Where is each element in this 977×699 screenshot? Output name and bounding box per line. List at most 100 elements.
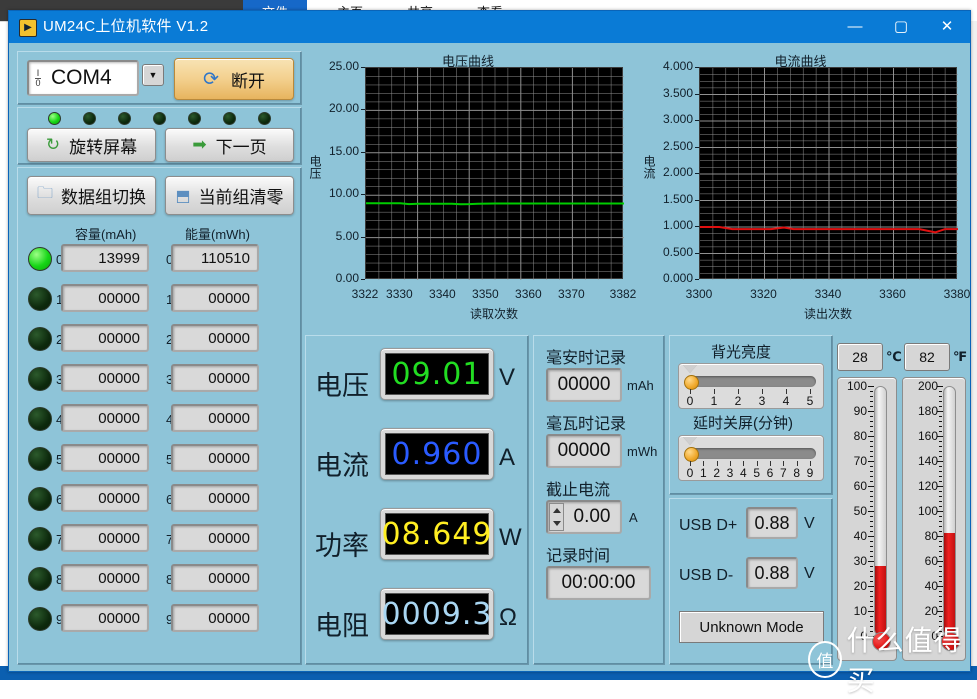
f-ticks-minor-tick-4-2 bbox=[939, 496, 942, 497]
group-capacity-field-5: 00000 bbox=[61, 444, 149, 472]
charging-mode-button[interactable]: Unknown Mode bbox=[679, 611, 824, 643]
f-ticks-label-8: 40 bbox=[924, 579, 938, 593]
screen-timeout-slider[interactable]: 0123456789 bbox=[678, 435, 824, 481]
maximize-button[interactable]: ▢ bbox=[878, 11, 924, 43]
status-led-1 bbox=[83, 112, 96, 125]
usb-dminus-unit: V bbox=[804, 565, 815, 582]
status-led-2 bbox=[118, 112, 131, 125]
chart1-ytick-mark-0 bbox=[695, 67, 699, 68]
mwh-record-unit: mWh bbox=[627, 444, 658, 459]
group-energy-field-5: 00000 bbox=[171, 444, 259, 472]
group-capacity-field-0: 13999 bbox=[61, 244, 149, 272]
record-time-value: 00:00:00 bbox=[561, 572, 636, 593]
group-energy-field-6: 00000 bbox=[171, 484, 259, 512]
c-ticks-minor-tick-6-2 bbox=[870, 546, 873, 547]
group-energy-field-9: 00000 bbox=[171, 604, 259, 632]
chart1-xlabel: 读出次数 bbox=[803, 307, 852, 321]
c-ticks-minor-tick-7-1 bbox=[870, 566, 873, 567]
backlight-slider-track[interactable] bbox=[688, 376, 816, 387]
group-capacity-value-8: 00000 bbox=[98, 569, 140, 587]
rotate-screen-button[interactable]: ↻ 旋转屏幕 bbox=[27, 128, 156, 162]
chart1-ytick-mark-8 bbox=[695, 279, 699, 280]
close-button[interactable]: ✕ bbox=[924, 11, 970, 43]
chart1-ytick-3: 2.500 bbox=[662, 138, 693, 153]
backlight-slider-pointer bbox=[683, 365, 697, 373]
rotate-icon: ↻ bbox=[45, 135, 61, 154]
f-ticks-minor-tick-5-1 bbox=[939, 516, 942, 517]
group-capacity-field-8: 00000 bbox=[61, 564, 149, 592]
chart0-ytick-mark-3 bbox=[361, 194, 365, 196]
c-ticks-minor-tick-6-1 bbox=[870, 541, 873, 542]
group-energy-value-4: 00000 bbox=[208, 409, 250, 427]
chart1-ytick-mark-1 bbox=[695, 93, 699, 95]
capacity-column-header: 容量(mAh) bbox=[75, 227, 137, 242]
arrow-right-icon: ➡ bbox=[192, 135, 207, 154]
chart1-ytick-2: 3.000 bbox=[662, 112, 693, 126]
switch-data-group-button[interactable]: 🗀 数据组切换 bbox=[27, 176, 156, 215]
backlight-slider-knob[interactable] bbox=[684, 375, 699, 390]
connect-button-label: 断开 bbox=[230, 71, 265, 91]
group-energy-field-0: 110510 bbox=[171, 244, 259, 272]
f-ticks-major-tick-10 bbox=[937, 636, 943, 637]
f-ticks-label-2: 160 bbox=[917, 429, 938, 443]
c-ticks-minor-tick-7-4 bbox=[870, 581, 873, 582]
com-port-dropdown-button[interactable]: ▼ bbox=[142, 64, 164, 86]
group-capacity-value-6: 00000 bbox=[98, 489, 140, 507]
c-ticks-label-4: 60 bbox=[853, 479, 867, 493]
f-ticks-minor-tick-5-3 bbox=[939, 526, 942, 527]
connect-disconnect-button[interactable]: ⟳ 断开 bbox=[174, 58, 294, 100]
f-ticks-label-7: 60 bbox=[924, 554, 938, 568]
mah-record-label: 毫安时记录 bbox=[546, 350, 627, 367]
c-ticks-label-3: 70 bbox=[853, 454, 867, 468]
group-energy-value-2: 00000 bbox=[208, 329, 250, 347]
celsius-unit: ℃ bbox=[886, 349, 902, 364]
f-ticks-minor-tick-8-2 bbox=[939, 596, 942, 597]
stepper-down-icon[interactable] bbox=[553, 521, 561, 526]
clear-current-group-button[interactable]: ⬒ 当前组清零 bbox=[165, 176, 294, 215]
chart1-ytick-1: 3.500 bbox=[662, 85, 693, 100]
next-page-button[interactable]: ➡ 下一页 bbox=[165, 128, 294, 162]
c-ticks-minor-tick-2-4 bbox=[870, 456, 873, 457]
stepper-up-icon[interactable] bbox=[553, 508, 561, 513]
timeout-slider-track[interactable] bbox=[688, 448, 816, 459]
chart0-xtick-2: 3340 bbox=[429, 287, 456, 301]
window-titlebar[interactable]: ▶ UM24C上位机软件 V1.2 — ▢ ✕ bbox=[9, 11, 970, 43]
charts-panel: 电压曲线 25.00 20.00 15.00 10.00 5.00 0.00 3322 3330… bbox=[305, 43, 970, 331]
c-ticks-minor-tick-8-3 bbox=[870, 601, 873, 602]
celsius-tube bbox=[874, 386, 887, 636]
backlight-ticks-num-1: 1 bbox=[710, 394, 718, 408]
group-capacity-field-9: 00000 bbox=[61, 604, 149, 632]
group-energy-value-0: 110510 bbox=[201, 249, 250, 267]
mah-record-value: 00000 bbox=[557, 374, 611, 395]
chart1-ytick-5: 1.500 bbox=[662, 191, 693, 206]
c-ticks-minor-tick-9-1 bbox=[870, 616, 873, 617]
chart0-xtick-1: 3330 bbox=[386, 287, 413, 301]
f-ticks-major-tick-2 bbox=[937, 436, 943, 437]
chart1-plot-area bbox=[699, 67, 958, 280]
minimize-button[interactable]: — bbox=[832, 11, 878, 43]
group-energy-value-3: 00000 bbox=[208, 369, 250, 387]
c-ticks-label-8: 20 bbox=[853, 579, 867, 593]
cutoff-current-stepper[interactable] bbox=[549, 503, 564, 531]
data-groups-panel: 🗀 数据组切换 ⬒ 当前组清零 容量(mAh) 能量(mWh) 0 13999 0 1… bbox=[17, 167, 302, 665]
c-ticks-minor-tick-4-4 bbox=[870, 506, 873, 507]
backlight-slider[interactable]: 0 1 2 3 4 5 bbox=[678, 363, 824, 409]
readout-display-0: 09.01 bbox=[380, 348, 494, 400]
c-ticks-minor-tick-4-3 bbox=[870, 501, 873, 502]
c-ticks-label-5: 50 bbox=[853, 504, 867, 518]
f-ticks-minor-tick-8-4 bbox=[939, 606, 942, 607]
timeout-slider-knob[interactable] bbox=[684, 447, 699, 462]
records-panel: 毫安时记录 00000 mAh 毫瓦时记录 00000 mWh 截止电流 0.0… bbox=[533, 335, 665, 665]
f-ticks-major-tick-8 bbox=[937, 586, 943, 587]
c-ticks-major-tick-0 bbox=[868, 386, 874, 387]
readout-unit-0: V bbox=[499, 364, 516, 391]
chart1-ytick-mark-3 bbox=[695, 146, 699, 148]
c-ticks-minor-tick-0-3 bbox=[870, 401, 873, 402]
f-ticks-minor-tick-6-1 bbox=[939, 541, 942, 542]
group-capacity-value-5: 00000 bbox=[98, 449, 140, 467]
chart0-ytick-3: 10.00 bbox=[328, 186, 359, 201]
chart0-xtick-4: 3360 bbox=[515, 287, 542, 301]
chart1-xtick-1: 3320 bbox=[750, 287, 777, 301]
usb-dplus-field: 0.88 bbox=[746, 507, 798, 539]
f-ticks-major-tick-6 bbox=[937, 536, 943, 537]
